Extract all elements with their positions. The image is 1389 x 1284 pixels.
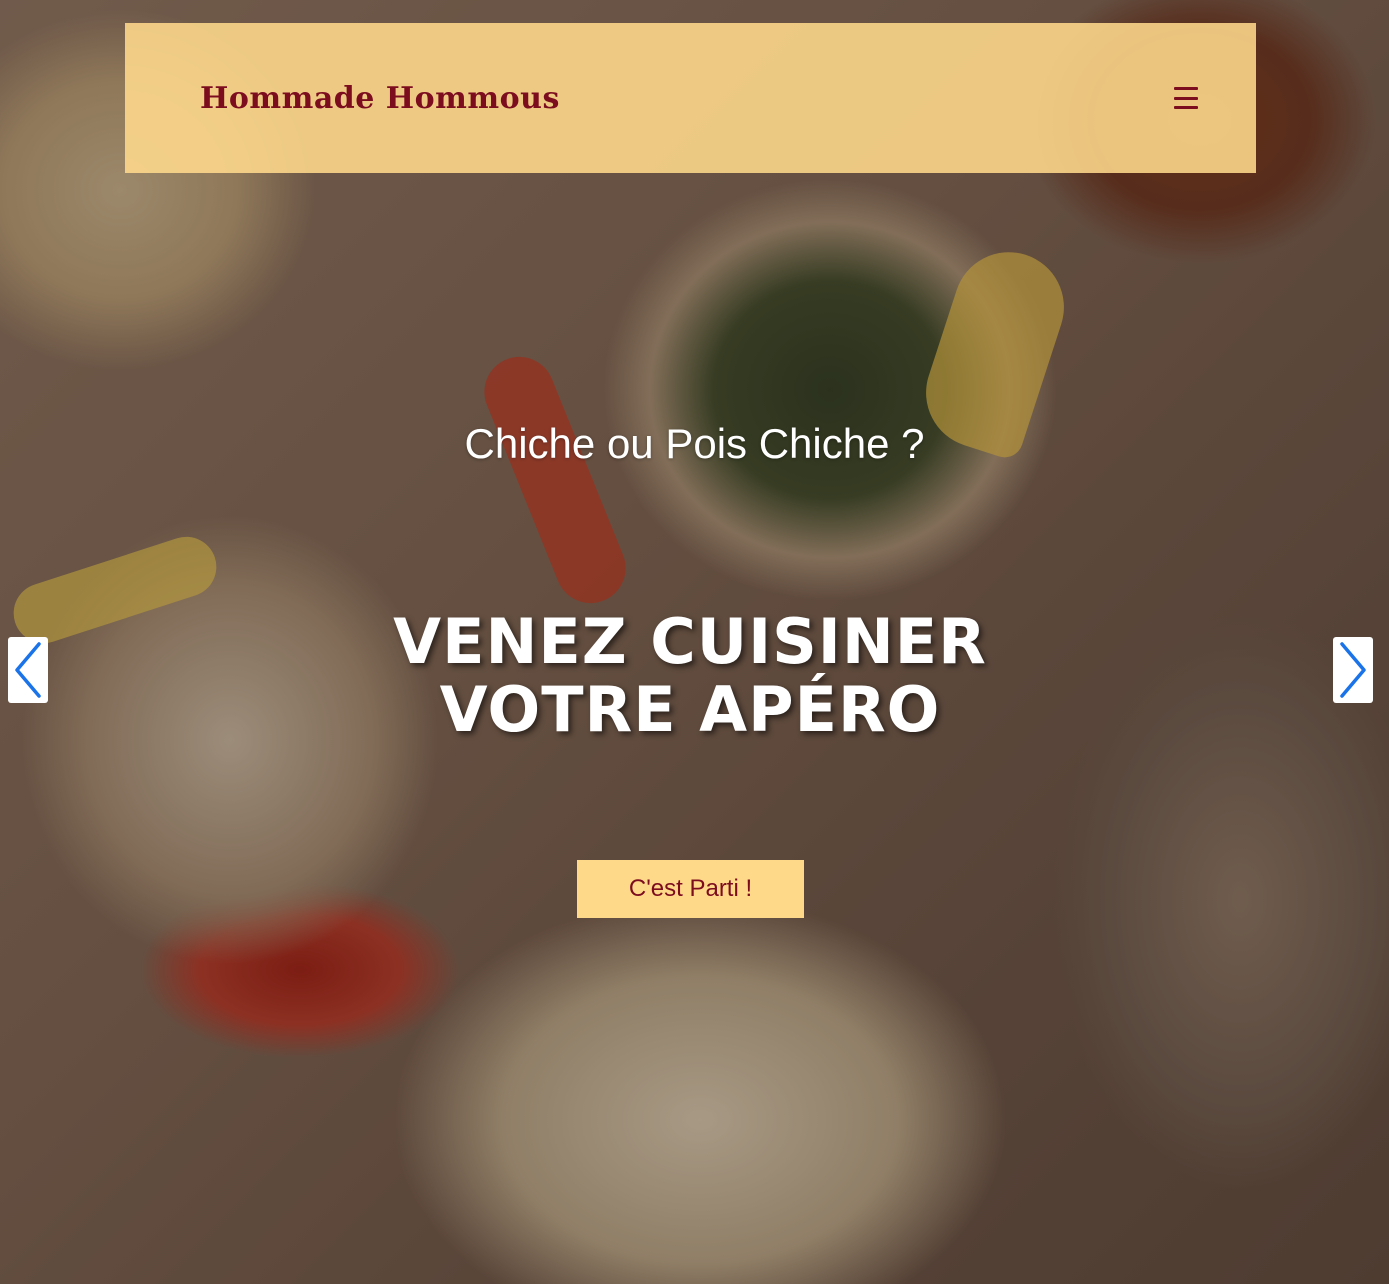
hero-subtitle: Chiche ou Pois Chiche ? [464, 420, 925, 467]
carousel-prev-button[interactable] [8, 637, 48, 703]
hero-headline: VENEZ CUISINER VOTRE APÉRO [393, 605, 987, 746]
cta-button[interactable]: C'est Parti ! [577, 860, 804, 918]
brand-logo[interactable]: Hommade Hommous [200, 81, 560, 116]
chevron-right-icon [1340, 642, 1366, 698]
carousel-next-button[interactable] [1333, 637, 1373, 703]
navbar: Hommade Hommous [125, 23, 1256, 173]
chevron-left-icon [15, 642, 41, 698]
hamburger-menu-icon[interactable] [1174, 87, 1198, 109]
